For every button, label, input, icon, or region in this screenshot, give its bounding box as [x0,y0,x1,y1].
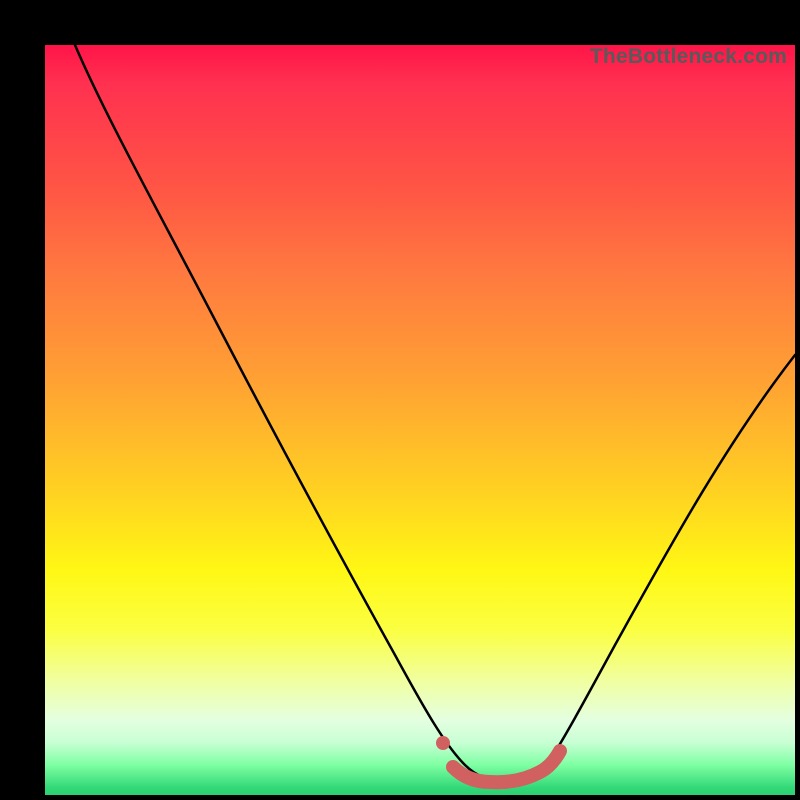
optimal-range-highlight [453,751,560,782]
bottleneck-curve [75,45,795,780]
highlight-dot-start [436,736,450,750]
chart-svg [45,45,795,795]
chart-plot-area: TheBottleneck.com [45,45,795,795]
chart-frame: TheBottleneck.com [20,20,780,780]
